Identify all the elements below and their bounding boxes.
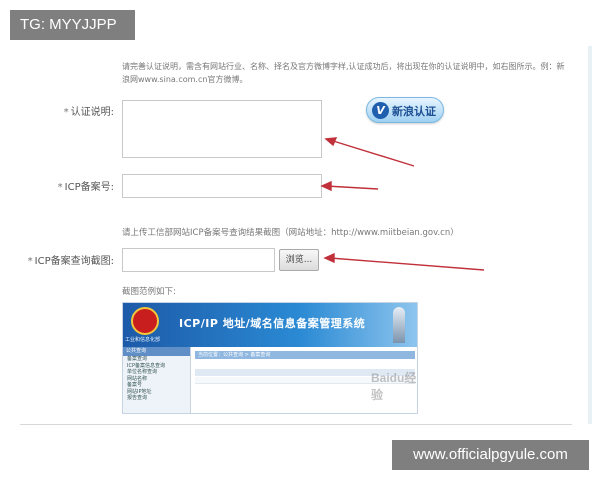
- arrow-head-icp: [320, 180, 332, 192]
- site-watermark: www.officialpgyule.com: [392, 440, 589, 470]
- arrow-to-desc: [329, 139, 415, 167]
- tg-tag: TG: MYYJJPP: [10, 10, 135, 40]
- page: 请完善认证说明，需含有网站行业、名称、择名及官方微博字样,认证成功后，将出现在你…: [0, 0, 600, 480]
- arrow-to-browse: [329, 257, 485, 271]
- annotation-arrows: [320, 137, 485, 271]
- arrow-to-icp: [325, 185, 379, 190]
- arrow-head-desc: [324, 137, 338, 147]
- arrow-head-browse: [323, 252, 335, 264]
